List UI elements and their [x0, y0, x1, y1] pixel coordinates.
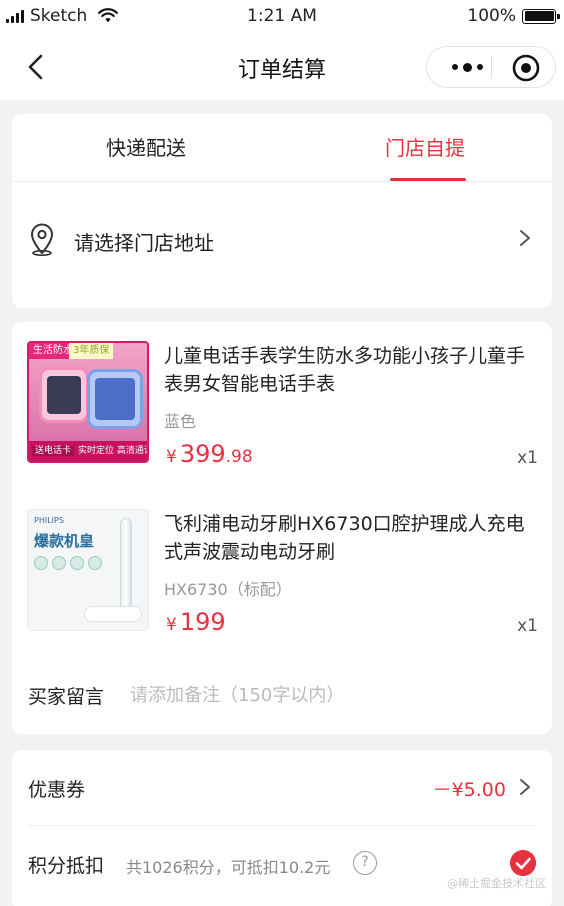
points-label: 积分抵扣	[28, 855, 105, 877]
thumb-badge-warranty: 3年质保	[69, 343, 114, 359]
checkmark-icon[interactable]	[510, 850, 536, 876]
toothbrush-graphic	[120, 518, 132, 618]
buyer-remark-input[interactable]	[130, 680, 430, 710]
battery-label: 100%	[467, 6, 516, 26]
coupon-value[interactable]: －¥5.00	[433, 775, 506, 802]
capsule-divider	[491, 56, 492, 78]
target-icon[interactable]	[511, 53, 541, 83]
product-price: ¥399.98	[166, 440, 253, 468]
currency-symbol: ¥	[166, 615, 177, 635]
points-description: 共1026积分，可抵扣10.2元	[126, 858, 331, 877]
product-spec: 蓝色	[164, 412, 197, 431]
watermark: @稀土掘金技术社区	[447, 877, 546, 890]
price-decimal: .98	[225, 447, 253, 467]
product-image-watch[interactable]: 生活防水 3年质保 送电话卡 实时定位 高清通话	[27, 341, 149, 463]
currency-symbol: ¥	[166, 447, 177, 467]
chevron-right-icon[interactable]	[518, 228, 532, 248]
thumb-badge-features: 实时定位 高清通话	[78, 446, 149, 456]
price-integer: 199	[179, 608, 226, 636]
product-name[interactable]: 儿童电话手表学生防水多功能小孩子儿童手表男女智能电话手表	[164, 342, 536, 398]
watch-blue-graphic	[87, 369, 143, 429]
product-image-toothbrush[interactable]: PHILIPS 爆款机皇	[27, 509, 149, 631]
coupon-label[interactable]: 优惠券	[28, 775, 85, 802]
location-icon	[31, 223, 53, 256]
tab-store-pickup[interactable]: 门店自提	[385, 132, 465, 161]
product-quantity: x1	[517, 616, 538, 636]
charger-base-graphic	[84, 606, 142, 622]
status-bar: Sketch 1:21 AM 100%	[0, 0, 564, 34]
more-icon[interactable]	[447, 47, 487, 87]
product-price: ¥199	[166, 608, 226, 636]
delivery-card: 快递配送 门店自提 请选择门店地址	[12, 114, 552, 308]
chevron-right-icon[interactable]	[518, 777, 532, 797]
product-quantity: x1	[517, 448, 538, 468]
thumb-badge-bottom: 送电话卡 实时定位 高清通话	[29, 441, 147, 461]
tab-express-delivery[interactable]: 快递配送	[106, 132, 186, 161]
thumb-badge-simcard: 送电话卡	[32, 446, 75, 456]
thumb-brand: PHILIPS	[34, 516, 64, 525]
product-name[interactable]: 飞利浦电动牙刷HX6730口腔护理成人充电式声波震动电动牙刷	[164, 510, 536, 566]
store-address-selector[interactable]: 请选择门店地址	[74, 227, 214, 256]
price-integer: 399	[179, 440, 226, 468]
nav-bar: 订单结算	[0, 34, 564, 100]
buyer-remark-label: 买家留言	[28, 686, 105, 708]
menu-capsule	[426, 46, 556, 88]
battery-icon	[522, 8, 560, 24]
row-divider	[28, 825, 536, 826]
product-spec: HX6730（标配）	[164, 580, 292, 599]
help-icon[interactable]: ?	[353, 851, 377, 875]
tabs-divider	[12, 181, 552, 182]
thumb-feature-circles	[34, 556, 102, 570]
status-right: 100%	[467, 6, 560, 26]
products-card: 生活防水 3年质保 送电话卡 实时定位 高清通话 儿童电话手表学生防水多功能小孩子…	[12, 322, 552, 734]
watch-pink-graphic	[39, 367, 89, 423]
thumb-title: 爆款机皇	[34, 532, 95, 550]
